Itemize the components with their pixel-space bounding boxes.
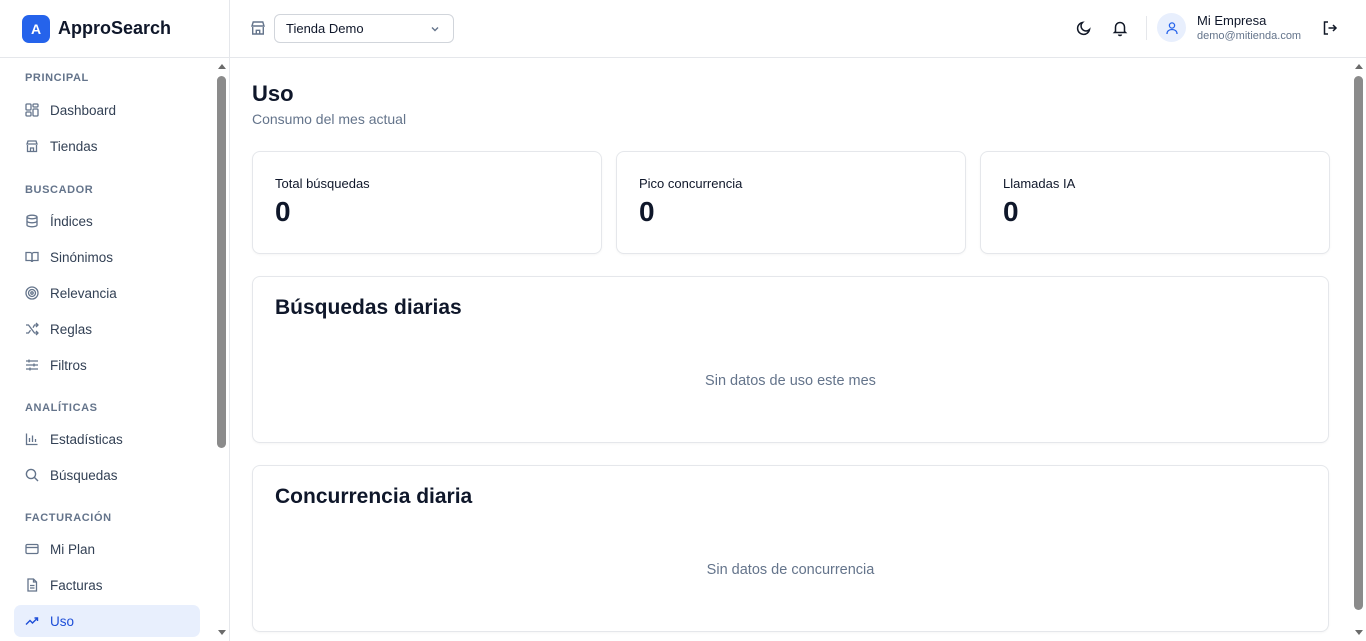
stat-value: 0 xyxy=(275,196,291,227)
sidebar-item-uso[interactable]: Uso xyxy=(14,605,200,637)
sidebar-item-label: Filtros xyxy=(50,357,87,373)
store-select-value: Tienda Demo xyxy=(286,21,364,36)
sidebar-nav: PRINCIPAL Dashboard Tiendas BUSCADOR Índ… xyxy=(0,58,214,641)
section-title-buscador: BUSCADOR xyxy=(25,184,94,196)
sidebar-item-dashboard[interactable]: Dashboard xyxy=(14,94,200,126)
sidebar-item-reglas[interactable]: Reglas xyxy=(14,313,200,345)
sliders-icon xyxy=(25,358,39,372)
stat-card-llamadas-ia: Llamadas IA 0 xyxy=(980,151,1330,254)
sidebar-item-sinonimos[interactable]: Sinónimos xyxy=(14,241,200,273)
sidebar-item-label: Mi Plan xyxy=(50,541,96,557)
trending-up-icon xyxy=(25,614,39,628)
stat-value: 0 xyxy=(639,196,655,227)
bar-chart-icon xyxy=(25,432,39,446)
user-name: Mi Empresa xyxy=(1197,13,1267,28)
sidebar-item-relevancia[interactable]: Relevancia xyxy=(14,277,200,309)
card-title: Concurrencia diaria xyxy=(275,485,473,508)
store-icon xyxy=(25,139,39,153)
sidebar-item-label: Reglas xyxy=(50,321,93,337)
sidebar-item-facturas[interactable]: Facturas xyxy=(14,569,200,601)
section-title-facturacion: FACTURACIÓN xyxy=(25,512,112,524)
brand-logo: A xyxy=(22,14,50,43)
section-title-analiticas: ANALÍTICAS xyxy=(25,402,98,414)
sidebar-item-tiendas[interactable]: Tiendas xyxy=(14,130,200,162)
sidebar-scrollbar-thumb[interactable] xyxy=(217,76,226,448)
main-scrollbar[interactable] xyxy=(1352,58,1366,641)
book-icon xyxy=(25,250,39,264)
sidebar-item-label: Facturas xyxy=(50,577,103,593)
daily-concurrency-card: Concurrencia diaria Sin datos de concurr… xyxy=(252,465,1329,632)
sidebar-scrollbar[interactable] xyxy=(215,58,229,641)
sidebar: A ApproSearch PRINCIPAL Dashboard Tienda… xyxy=(0,0,230,641)
scroll-down-arrow[interactable] xyxy=(218,630,226,635)
daily-searches-card: Búsquedas diarias Sin datos de uso este … xyxy=(252,276,1329,443)
avatar[interactable] xyxy=(1157,13,1186,42)
sidebar-item-mi-plan[interactable]: Mi Plan xyxy=(14,533,200,565)
stat-card-pico-concurrencia: Pico concurrencia 0 xyxy=(616,151,966,254)
sidebar-item-busquedas[interactable]: Búsquedas xyxy=(14,459,200,491)
scroll-up-arrow[interactable] xyxy=(218,64,226,69)
sidebar-item-label: Búsquedas xyxy=(50,467,118,483)
logout-icon[interactable] xyxy=(1321,19,1339,37)
stat-label: Total búsquedas xyxy=(275,176,370,191)
scroll-down-arrow[interactable] xyxy=(1355,630,1363,635)
empty-state-message: Sin datos de concurrencia xyxy=(706,562,875,578)
moon-icon[interactable] xyxy=(1075,19,1093,37)
dashboard-icon xyxy=(25,103,39,117)
sidebar-item-filtros[interactable]: Filtros xyxy=(14,349,200,381)
brand[interactable]: A ApproSearch xyxy=(0,0,229,58)
bell-icon[interactable] xyxy=(1111,19,1129,37)
target-icon xyxy=(25,286,39,300)
sidebar-item-estadisticas[interactable]: Estadísticas xyxy=(14,423,200,455)
shuffle-icon xyxy=(25,322,39,336)
header-divider xyxy=(1146,16,1147,40)
chevron-down-icon xyxy=(429,23,441,35)
stat-value: 0 xyxy=(1003,196,1019,227)
store-select[interactable]: Tienda Demo xyxy=(274,14,454,43)
empty-state-message: Sin datos de uso este mes xyxy=(705,373,876,389)
top-header: Tienda Demo Mi Empresa demo@mitienda.com xyxy=(230,0,1366,58)
sidebar-item-label: Dashboard xyxy=(50,102,117,118)
credit-card-icon xyxy=(25,542,39,556)
scroll-up-arrow[interactable] xyxy=(1355,64,1363,69)
file-icon xyxy=(25,578,39,592)
main-content: Uso Consumo del mes actual Total búsqued… xyxy=(230,58,1352,641)
sidebar-item-indices[interactable]: Índices xyxy=(14,205,200,237)
stat-label: Llamadas IA xyxy=(1003,176,1076,191)
stat-label: Pico concurrencia xyxy=(639,176,743,191)
sidebar-item-label: Estadísticas xyxy=(50,431,123,447)
page-title: Uso xyxy=(252,81,294,106)
search-icon xyxy=(25,468,39,482)
section-title-principal: PRINCIPAL xyxy=(25,72,89,84)
card-title: Búsquedas diarias xyxy=(275,296,462,319)
sidebar-item-label: Tiendas xyxy=(50,138,98,154)
sidebar-item-label: Índices xyxy=(50,213,93,229)
user-email: demo@mitienda.com xyxy=(1197,30,1302,42)
sidebar-item-label: Uso xyxy=(50,613,75,629)
main-scrollbar-thumb[interactable] xyxy=(1354,76,1363,610)
brand-name: ApproSearch xyxy=(58,18,172,38)
database-icon xyxy=(25,214,39,228)
store-icon xyxy=(250,20,266,36)
sidebar-item-label: Relevancia xyxy=(50,285,117,301)
sidebar-item-label: Sinónimos xyxy=(50,249,114,265)
stat-card-total-busquedas: Total búsquedas 0 xyxy=(252,151,602,254)
page-subtitle: Consumo del mes actual xyxy=(252,111,407,127)
